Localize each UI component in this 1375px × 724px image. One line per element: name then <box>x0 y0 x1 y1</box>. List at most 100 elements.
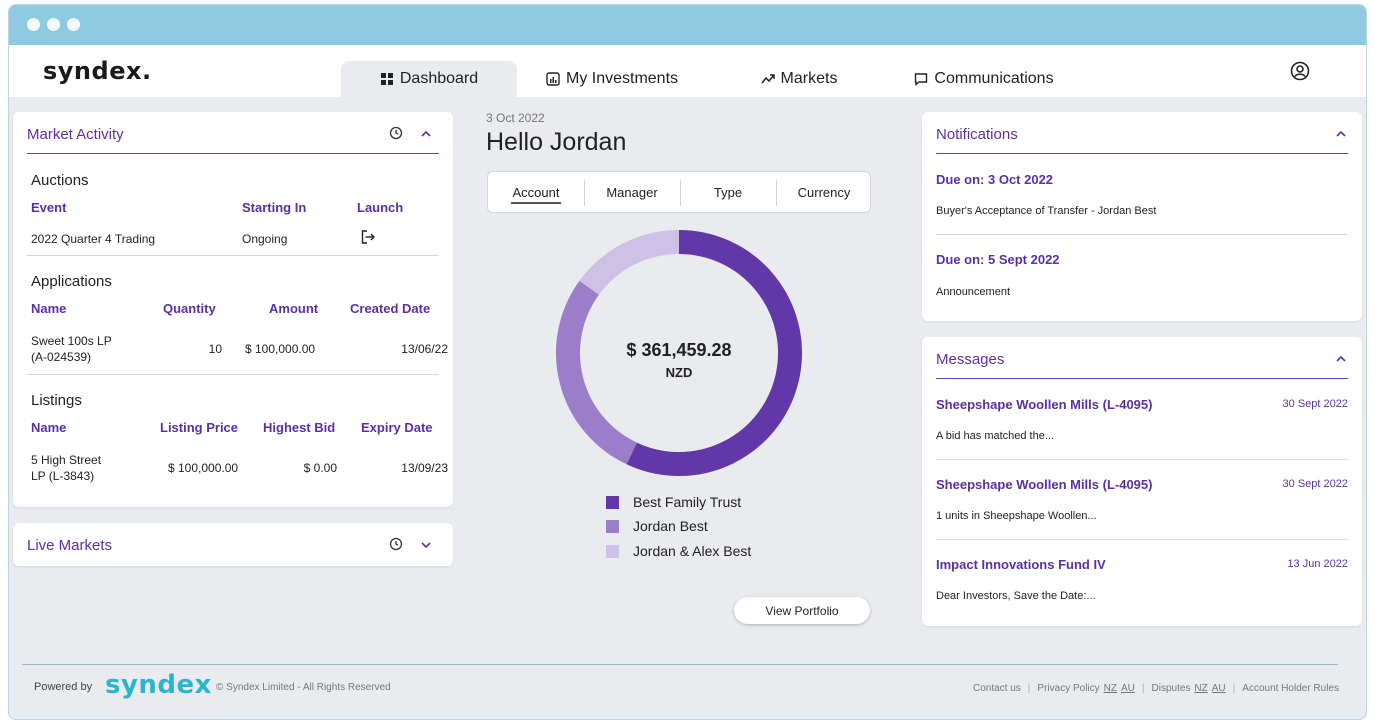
message-title[interactable]: Sheepshape Woollen Mills (L-4095) <box>936 397 1152 412</box>
footer-syndex-logo[interactable]: syndex <box>105 670 212 700</box>
portfolio-total: $ 361,459.28 <box>626 340 732 360</box>
divider <box>27 255 439 256</box>
clock-icon[interactable] <box>389 126 403 140</box>
divider <box>936 539 1348 540</box>
listing-name-line2: LP (L-3843) <box>31 469 95 483</box>
message-preview: 1 units in Sheepshape Woollen... <box>936 510 1097 522</box>
grouping-segmented-control: Account Manager Type Currency <box>487 171 871 213</box>
legend-label: Best Family Trust <box>633 494 742 510</box>
card-title: Messages <box>936 351 1005 368</box>
card-title: Market Activity <box>27 126 124 143</box>
disputes-nz-link[interactable]: NZ <box>1194 683 1207 694</box>
segment-type[interactable]: Type <box>680 172 776 212</box>
col-header-highest-bid: Highest Bid <box>263 420 336 435</box>
disputes-label: Disputes <box>1151 683 1191 694</box>
chevron-down-icon[interactable] <box>419 538 433 552</box>
tab-dashboard[interactable]: Dashboard <box>341 61 517 97</box>
tab-label: Communications <box>934 70 1054 87</box>
legend-item: Best Family Trust <box>606 494 741 510</box>
application-amount: $ 100,000.00 <box>245 342 316 356</box>
tab-my-investments[interactable]: My Investments <box>537 61 687 97</box>
message-date: 13 Jun 2022 <box>1287 558 1348 570</box>
privacy-nz-link[interactable]: NZ <box>1104 683 1117 694</box>
tab-label: Markets <box>780 70 838 87</box>
privacy-au-link[interactable]: AU <box>1121 683 1135 694</box>
notification-due-date[interactable]: Due on: 3 Oct 2022 <box>936 172 1053 187</box>
card-header: Market Activity <box>27 112 439 154</box>
segment-account[interactable]: Account <box>488 172 584 212</box>
separator: | <box>1027 683 1031 694</box>
application-quantity: 10 <box>208 342 222 356</box>
col-header-listing-price: Listing Price <box>160 420 239 435</box>
syndex-logo[interactable]: syndex. <box>43 57 152 85</box>
message-date: 30 Sept 2022 <box>1282 478 1348 490</box>
application-name-line1: Sweet 100s LP <box>31 334 112 348</box>
col-header-launch: Launch <box>357 200 404 215</box>
legend-swatch <box>606 544 619 558</box>
col-header-name: Name <box>31 420 67 435</box>
window-zoom-dot[interactable] <box>67 18 80 31</box>
legend-item: Jordan & Alex Best <box>606 543 751 559</box>
message-title[interactable]: Sheepshape Woollen Mills (L-4095) <box>936 477 1152 492</box>
card-title: Notifications <box>936 126 1018 143</box>
listing-name[interactable]: 5 High Street LP (L-3843) <box>31 452 101 484</box>
notification-due-date[interactable]: Due on: 5 Sept 2022 <box>936 252 1060 267</box>
tab-markets[interactable]: Markets <box>744 61 854 97</box>
chevron-up-icon[interactable] <box>1334 127 1348 141</box>
active-segment-underline <box>511 202 561 204</box>
col-header-event: Event <box>31 200 67 215</box>
auctions-title: Auctions <box>31 172 89 189</box>
greeting-title: Hello Jordan <box>486 128 627 156</box>
title-bar <box>9 5 1366 45</box>
launch-icon[interactable] <box>360 229 376 245</box>
col-header-created-date: Created Date <box>350 301 431 316</box>
portfolio-currency: NZD <box>665 365 693 380</box>
message-preview: Dear Investors, Save the Date:... <box>936 590 1096 602</box>
divider <box>936 234 1348 235</box>
segment-currency[interactable]: Currency <box>776 172 872 212</box>
chevron-up-icon[interactable] <box>419 127 433 141</box>
legend-swatch <box>606 519 619 533</box>
col-header-quantity: Quantity <box>163 301 216 316</box>
chevron-up-icon[interactable] <box>1334 352 1348 366</box>
messages-card: Messages Sheepshape Woollen Mills (L-409… <box>922 337 1362 626</box>
contact-link[interactable]: Contact us <box>973 683 1021 694</box>
notification-text: Buyer's Acceptance of Transfer - Jordan … <box>936 205 1157 217</box>
separator: | <box>1232 683 1236 694</box>
legend-item: Jordan Best <box>606 518 708 534</box>
user-account-icon[interactable] <box>1290 61 1310 81</box>
view-portfolio-button[interactable]: View Portfolio <box>734 597 870 624</box>
col-header-amount: Amount <box>269 301 319 316</box>
auction-starting-in: Ongoing <box>242 232 288 246</box>
account-holder-rules-link[interactable]: Account Holder Rules <box>1242 683 1339 694</box>
card-header: Messages <box>936 337 1348 379</box>
message-title[interactable]: Impact Innovations Fund IV <box>936 557 1106 572</box>
notifications-card: Notifications Due on: 3 Oct 2022 Buyer's… <box>922 112 1362 321</box>
legend-label: Jordan Best <box>633 518 708 534</box>
application-name-line2: (A-024539) <box>31 350 92 364</box>
notification-text: Announcement <box>936 286 1010 298</box>
grid-icon <box>380 73 393 85</box>
clock-icon[interactable] <box>389 537 403 551</box>
message-preview: A bid has matched the... <box>936 430 1055 442</box>
tab-communications[interactable]: Communications <box>909 61 1059 97</box>
separator: | <box>1141 683 1145 694</box>
application-created-date: 13/06/22 <box>401 342 448 356</box>
tab-label: My Investments <box>565 70 679 87</box>
listing-expiry-date: 13/09/23 <box>401 461 448 475</box>
disputes-au-link[interactable]: AU <box>1212 683 1226 694</box>
col-header-name: Name <box>31 301 67 316</box>
legend-label: Jordan & Alex Best <box>633 543 752 559</box>
segment-manager[interactable]: Manager <box>584 172 680 212</box>
powered-by-label: Powered by <box>34 681 93 693</box>
window-minimize-dot[interactable] <box>47 18 60 31</box>
col-header-starting-in: Starting In <box>242 200 307 215</box>
copyright-text: © Syndex Limited - All Rights Reserved <box>216 682 391 693</box>
auction-event: 2022 Quarter 4 Trading <box>31 232 156 246</box>
window-close-dot[interactable] <box>27 18 40 31</box>
application-name[interactable]: Sweet 100s LP (A-024539) <box>31 333 112 365</box>
card-header: Notifications <box>936 112 1348 154</box>
live-markets-card[interactable]: Live Markets <box>13 523 453 566</box>
message-date: 30 Sept 2022 <box>1282 398 1348 410</box>
divider <box>936 459 1348 460</box>
